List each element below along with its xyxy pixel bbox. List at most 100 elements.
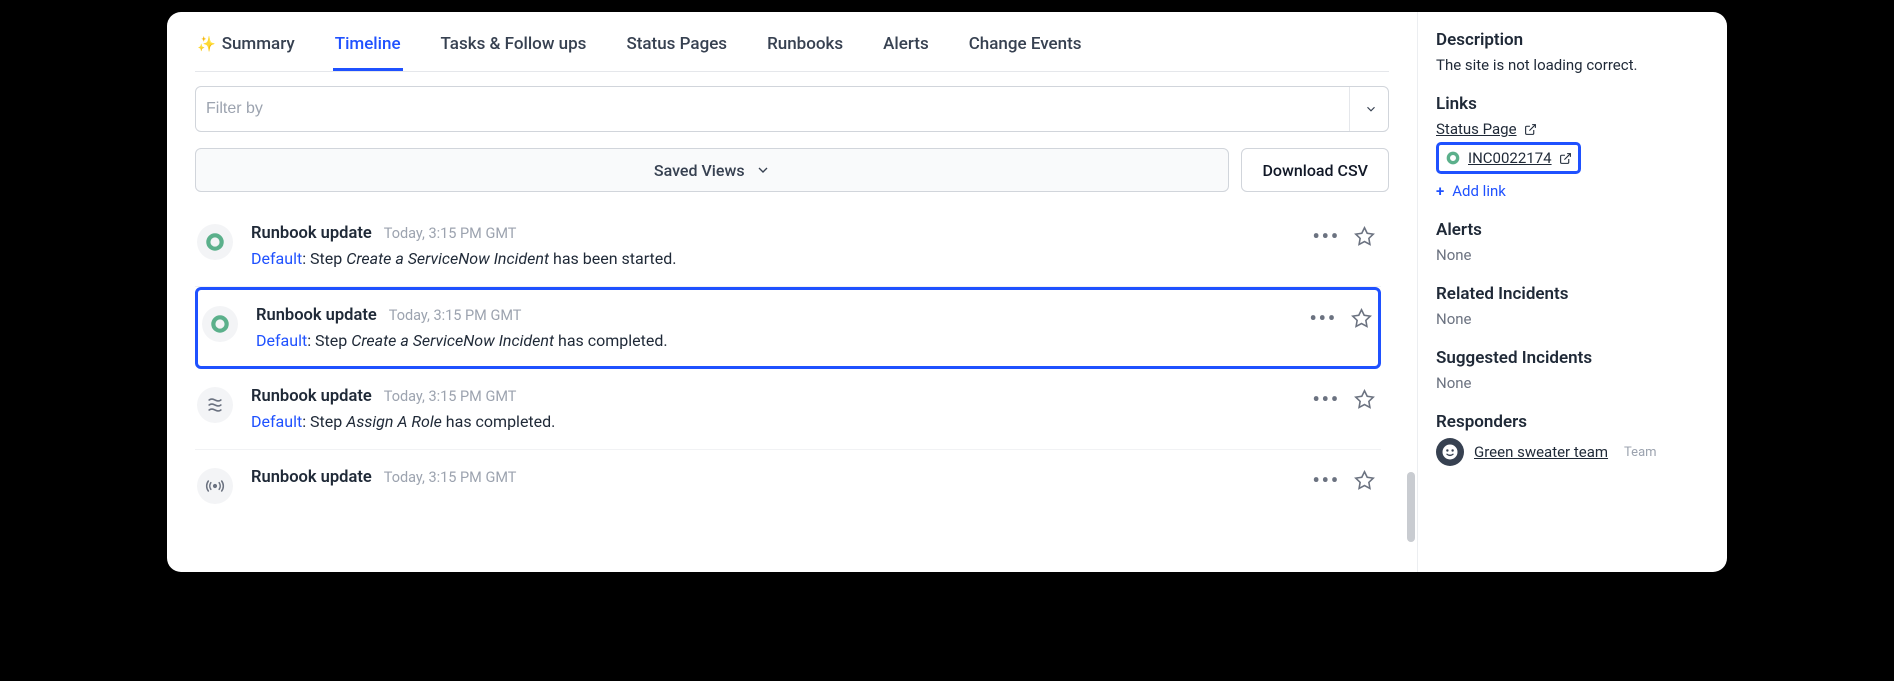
avatar [1436,438,1464,466]
tab-change-events[interactable]: Change Events [967,24,1084,71]
ring-icon [1445,150,1461,166]
filter-input[interactable] [206,100,1349,118]
sidebar: Description The site is not loading corr… [1417,12,1727,572]
timeline-title: Runbook update [251,224,372,243]
tab-status-pages[interactable]: Status Pages [624,24,729,71]
desc-tail: has completed. [554,331,668,350]
download-csv-button[interactable]: Download CSV [1241,148,1389,192]
timeline-timestamp: Today, 3:15 PM GMT [389,307,522,324]
link-label: INC0022174 [1468,149,1552,167]
add-link-label: Add link [1452,182,1506,200]
runbook-link[interactable]: Default [251,412,302,431]
timeline-description: Default: Step Create a ServiceNow Incide… [256,331,1309,350]
section-heading: Suggested Incidents [1436,348,1711,368]
timeline-timestamp: Today, 3:15 PM GMT [384,225,517,242]
tab-timeline[interactable]: Timeline [333,24,403,71]
timeline-title: Runbook update [256,306,377,325]
timeline-icon [202,306,238,342]
timeline-body: Runbook updateToday, 3:15 PM GMTDefault:… [251,387,1312,431]
more-menu-button[interactable]: ••• [1312,470,1340,490]
chevron-down-icon [1364,102,1378,116]
description-text: The site is not loading correct. [1436,56,1711,74]
tab-label: Runbooks [767,34,843,54]
desc-lead: : Step [302,412,346,431]
section-heading: Responders [1436,412,1711,432]
responder-item: Green sweater teamTeam [1436,438,1711,466]
tab-runbooks[interactable]: Runbooks [765,24,845,71]
tab-tasks[interactable]: Tasks & Follow ups [439,24,589,71]
tab-summary[interactable]: ✨ Summary [195,24,297,71]
timeline-body: Runbook updateToday, 3:15 PM GMT [251,468,1312,504]
desc-lead: : Step [307,331,351,350]
sidebar-links: Links Status Page INC0022174 + Add link [1436,94,1727,200]
star-icon [1354,470,1375,491]
star-icon [1351,308,1372,329]
timeline-item: Runbook update Today, 3:15 PM GMT Default:… [195,287,1381,369]
ring-icon [210,314,230,334]
related-value: None [1436,310,1711,328]
scrollbar[interactable] [1407,472,1415,542]
timeline-actions: ••• [1312,387,1375,431]
swirl-icon [205,395,225,415]
more-menu-button[interactable]: ••• [1312,389,1340,409]
sidebar-related-incidents: Related Incidents None [1436,284,1727,328]
section-heading: Description [1436,30,1711,50]
timeline-description: Default: Step Create a ServiceNow Incide… [251,249,1312,268]
star-button[interactable] [1351,308,1372,329]
star-icon [1354,389,1375,410]
timeline-icon [197,387,233,423]
add-link-button[interactable]: + Add link [1436,182,1711,200]
filter-bar [195,86,1389,132]
section-heading: Related Incidents [1436,284,1711,304]
runbook-link[interactable]: Default [256,331,307,350]
timeline-item: Runbook updateToday, 3:15 PM GMT••• [195,450,1381,522]
sparkles-icon: ✨ [197,35,216,53]
sidebar-link[interactable]: INC0022174 [1436,142,1581,174]
tab-label: Tasks & Follow ups [441,34,587,54]
external-link-icon [1524,123,1537,136]
link-label: Status Page [1436,120,1517,138]
tab-label: Change Events [969,34,1082,54]
timeline-actions: ••• [1312,224,1375,268]
filter-dropdown-toggle[interactable] [1349,87,1378,131]
responder-name[interactable]: Green sweater team [1474,443,1608,461]
tab-label: Status Pages [626,34,727,54]
timeline-body: Runbook update Today, 3:15 PM GMT Default:… [256,306,1309,350]
saved-views-label: Saved Views [654,161,745,180]
tab-alerts[interactable]: Alerts [881,24,931,71]
star-button[interactable] [1354,226,1375,247]
timeline-body: Runbook update Today, 3:15 PM GMT Default:… [251,224,1312,268]
sidebar-description: Description The site is not loading corr… [1436,30,1727,74]
app-window: ✨ Summary Timeline Tasks & Follow ups St… [167,12,1727,572]
runbook-link[interactable]: Default [251,249,302,268]
tab-label: Summary [222,34,295,54]
external-link-icon [1559,152,1572,165]
suggested-value: None [1436,374,1711,392]
tab-label: Timeline [335,34,401,54]
sidebar-suggested-incidents: Suggested Incidents None [1436,348,1727,392]
saved-views-button[interactable]: Saved Views [195,148,1229,192]
star-icon [1354,226,1375,247]
chevron-down-icon [755,162,771,178]
ring-icon [205,232,225,252]
antenna-icon [205,476,225,496]
more-menu-button[interactable]: ••• [1309,308,1337,328]
sidebar-alerts: Alerts None [1436,220,1727,264]
action-row: Saved Views Download CSV [195,148,1389,192]
timeline-timestamp: Today, 3:15 PM GMT [384,469,517,486]
step-name: Create a ServiceNow Incident [346,249,549,268]
csv-label: Download CSV [1262,161,1368,180]
tabs-bar: ✨ Summary Timeline Tasks & Follow ups St… [195,24,1389,72]
star-button[interactable] [1354,470,1375,491]
plus-icon: + [1436,182,1444,200]
desc-tail: has been started. [549,249,676,268]
more-menu-button[interactable]: ••• [1312,226,1340,246]
timeline-title: Runbook update [251,387,372,406]
sidebar-link[interactable]: Status Page [1436,120,1711,138]
timeline-list: Runbook updateToday, 3:15 PM GMTDefault:… [195,206,1389,572]
star-button[interactable] [1354,389,1375,410]
timeline-actions: ••• [1309,306,1372,350]
section-heading: Alerts [1436,220,1711,240]
sidebar-responders: Responders Green sweater teamTeam [1436,412,1727,466]
section-heading: Links [1436,94,1711,114]
